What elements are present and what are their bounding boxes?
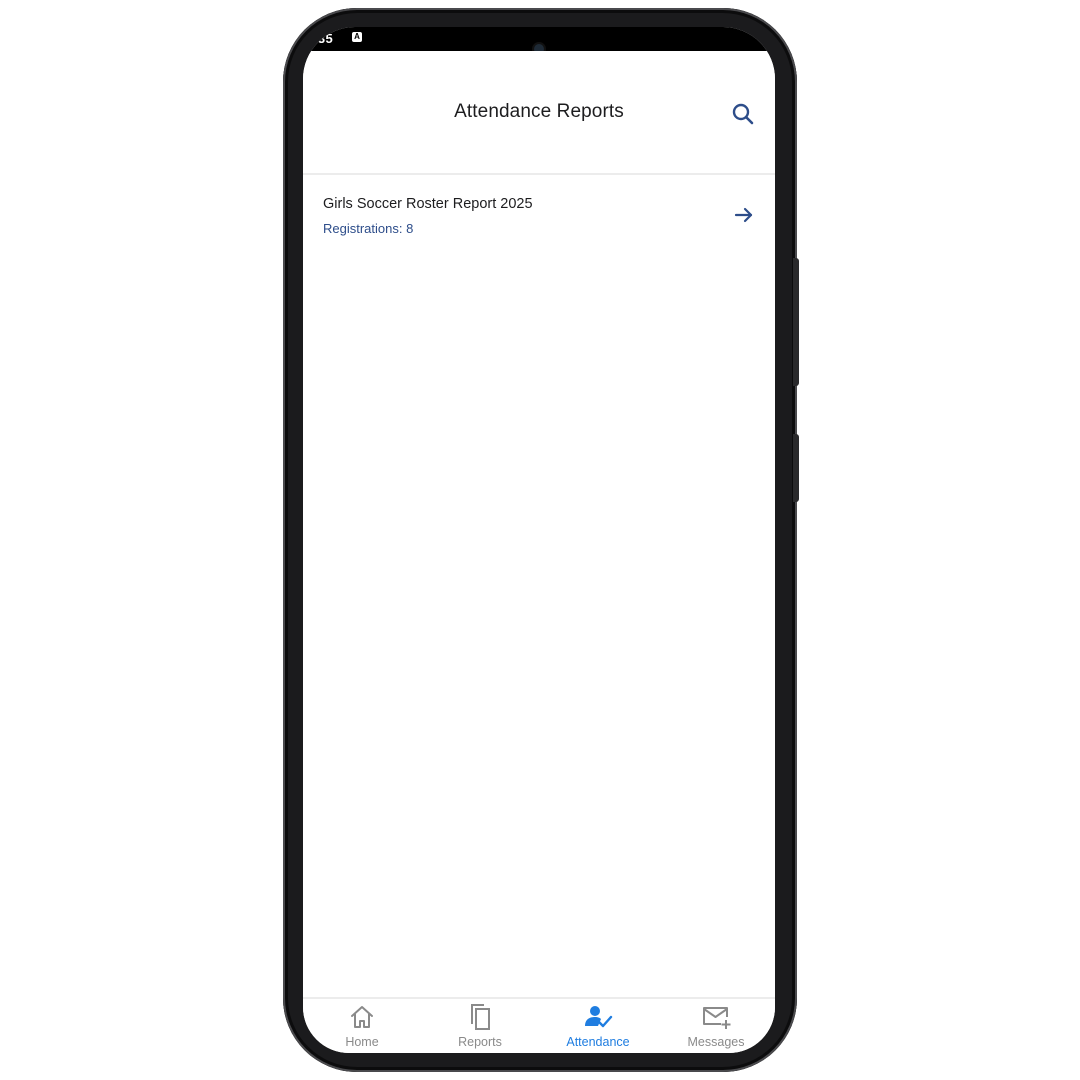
report-list-item[interactable]: Girls Soccer Roster Report 2025 Registra…	[303, 176, 775, 256]
header-divider	[303, 173, 775, 175]
nav-label-attendance: Attendance	[566, 1035, 630, 1049]
nav-label-home: Home	[345, 1035, 379, 1049]
mail-plus-icon	[703, 1007, 731, 1029]
volume-button	[793, 258, 799, 386]
bottom-navigation: Home Reports Attendance Messages	[303, 999, 775, 1053]
notification-icon: A	[352, 32, 362, 42]
search-icon	[732, 103, 754, 125]
home-icon	[351, 1006, 373, 1028]
page-title: Attendance Reports	[454, 101, 624, 122]
nav-item-attendance[interactable]: Attendance	[539, 999, 657, 1053]
nav-item-messages[interactable]: Messages	[657, 999, 775, 1053]
status-time: :35	[313, 31, 334, 46]
app-bar: Attendance Reports	[303, 51, 775, 173]
person-check-icon	[585, 1006, 613, 1028]
nav-label-messages: Messages	[687, 1035, 745, 1049]
search-button[interactable]	[728, 99, 758, 129]
nav-label-reports: Reports	[458, 1035, 502, 1049]
arrow-right-icon[interactable]	[733, 204, 755, 226]
nav-item-reports[interactable]: Reports	[421, 999, 539, 1053]
copy-icon	[471, 1004, 490, 1030]
phone-screen: :35 A Attendance Reports Girls Soccer Ro…	[303, 27, 775, 1053]
report-title: Girls Soccer Roster Report 2025	[323, 196, 533, 212]
power-button	[793, 434, 799, 502]
report-registrations: Registrations: 8	[323, 221, 414, 236]
nav-item-home[interactable]: Home	[303, 999, 421, 1053]
